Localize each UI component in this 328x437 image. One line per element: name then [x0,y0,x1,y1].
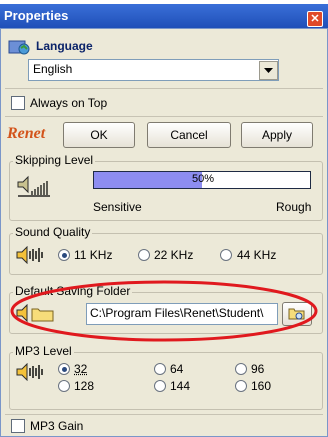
radio-mp3-96[interactable] [235,363,247,375]
radio-mp3-64-label: 64 [170,362,183,376]
highlight-circle [1,273,327,349]
properties-window: Properties ✕ Language English Always on … [0,0,328,435]
rough-label: Rough [276,200,311,214]
radio-11khz[interactable] [58,249,70,261]
always-on-top-label: Always on Top [30,96,107,110]
radio-mp3-160-label: 160 [251,379,271,393]
properties-panel: Language English Always on Top Renet OK … [0,28,328,437]
language-icon [8,37,30,57]
radio-22khz-label: 22 KHz [154,248,193,262]
renet-logo: Renet [5,124,57,146]
always-on-top-checkbox[interactable] [11,96,25,110]
skipping-level-percent: 50% [192,173,214,185]
radio-22khz[interactable] [138,249,150,261]
speaker-icon [16,246,44,264]
divider [5,116,323,117]
apply-button[interactable]: Apply [241,122,313,148]
close-button[interactable]: ✕ [307,11,323,27]
language-label: Language [36,39,93,53]
skipping-level-group: Skipping Level 50% Sensitive Rough [9,161,323,221]
dropdown-button[interactable] [259,61,278,80]
radio-44khz[interactable] [220,249,232,261]
radio-44khz-label: 44 KHz [237,248,276,262]
cancel-button[interactable]: Cancel [147,122,231,148]
sound-quality-group: Sound Quality 11 KHz 22 KHz 44 KHz [9,233,323,275]
mp3-level-group: MP3 Level 32 64 96 128 144 160 [9,352,323,410]
speaker-icon [16,363,44,381]
radio-mp3-160[interactable] [235,380,247,392]
mp3-gain-checkbox[interactable] [11,419,25,433]
title-bar[interactable]: Properties ✕ [0,4,328,29]
skipping-level-title: Skipping Level [13,153,95,167]
sound-quality-title: Sound Quality [13,225,92,239]
language-value: English [33,62,72,76]
mp3-level-title: MP3 Level [13,344,74,358]
chevron-down-icon [264,68,273,74]
skipping-level-bar[interactable]: 50% [93,171,311,189]
window-title: Properties [4,8,68,23]
radio-mp3-96-label: 96 [251,362,264,376]
radio-mp3-144-label: 144 [170,379,190,393]
divider [5,414,323,415]
mp3-gain-label: MP3 Gain [30,419,83,433]
ok-button[interactable]: OK [63,122,135,148]
radio-mp3-128-label: 128 [74,379,94,393]
skipping-level-fill [94,172,202,188]
radio-11khz-label: 11 KHz [74,248,112,262]
divider [5,88,323,89]
sensitive-label: Sensitive [93,200,142,214]
language-select[interactable]: English [28,59,279,81]
radio-mp3-144[interactable] [154,380,166,392]
radio-mp3-32-label: 32 [74,362,87,376]
radio-mp3-64[interactable] [154,363,166,375]
radio-mp3-32[interactable] [58,363,70,375]
radio-mp3-128[interactable] [58,380,70,392]
level-meter-icon [16,175,52,195]
